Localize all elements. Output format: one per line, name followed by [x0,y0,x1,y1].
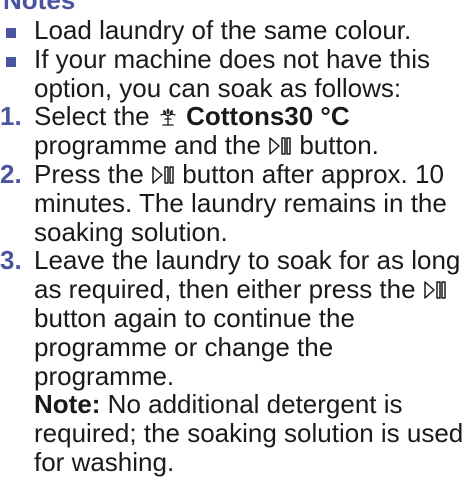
step-item: 1. Select the Cottons30 °C programme and… [0,102,467,160]
step-item: 2. Press the button after approx. 10 min… [0,160,467,246]
note-label: Note: [34,389,101,420]
step-text: Select the [34,101,157,132]
start-pause-icon [423,279,447,301]
step-text: Press the [34,158,152,189]
notes-section: Notes Load laundry of the same colour. I… [0,0,467,477]
step-number: 1. [0,101,22,132]
bullet-text: If your machine does not have this optio… [34,43,431,103]
square-bullet-icon [6,28,16,38]
step-text: button again to continue the programme o… [34,302,355,391]
step-number: 3. [0,245,22,276]
step-item: 3. Leave the laundry to soak for as long… [0,246,467,476]
bullet-item: If your machine does not have this optio… [0,43,467,103]
start-pause-icon [151,164,175,186]
cottons-programme-icon [157,106,179,128]
bullet-text: Load laundry of the same colour. [34,15,412,45]
step-number: 2. [0,158,22,189]
step-text: button. [299,130,379,161]
step-text: Leave the laundry to soak for as long as… [34,245,461,305]
bullet-item: Load laundry of the same colour. [0,16,467,45]
square-bullet-icon [6,56,16,67]
step-text: programme and the [34,130,269,161]
notes-heading: Notes [3,0,76,15]
programme-name: Cottons30 °C [186,101,350,132]
start-pause-icon [268,135,292,157]
